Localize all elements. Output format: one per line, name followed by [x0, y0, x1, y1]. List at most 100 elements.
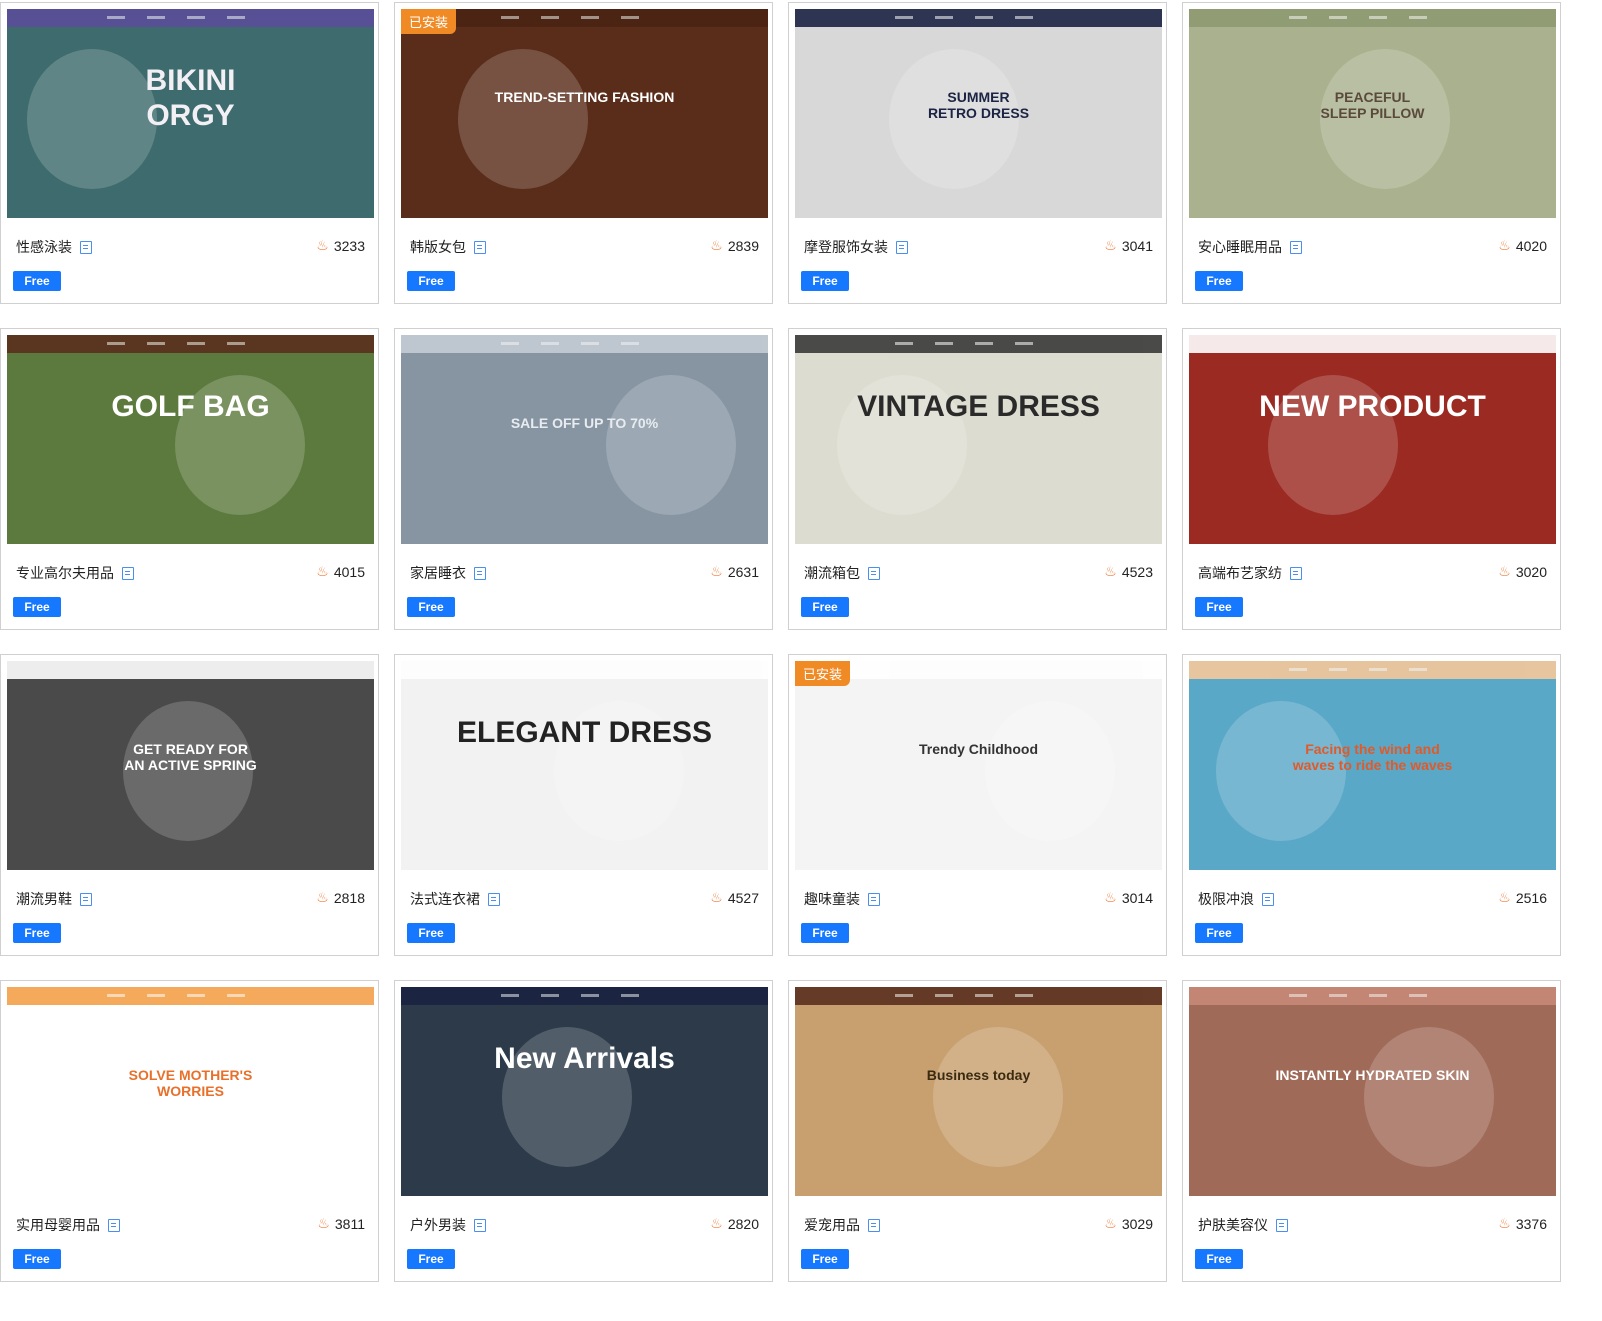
theme-preview-image[interactable]: Business today [795, 987, 1162, 1196]
theme-card[interactable]: SALE OFF UP TO 70% 家居睡衣 ♨ 2631 Free [394, 328, 773, 630]
theme-title-row: 高端布艺家纺 [1198, 563, 1302, 583]
preview-headline: GET READY FOR AN ACTIVE SPRING [124, 741, 257, 774]
theme-preview-image[interactable]: SALE OFF UP TO 70% [401, 335, 768, 544]
document-icon[interactable] [1276, 1218, 1288, 1232]
installed-badge: 已安装 [401, 9, 457, 34]
popularity-count: 3029 [1121, 1215, 1153, 1232]
preview-headline: VINTAGE DRESS [857, 390, 1100, 423]
theme-card[interactable]: New Arrivals 户外男装 ♨ 2820 Free [394, 980, 773, 1282]
document-icon[interactable] [122, 566, 134, 580]
preview-decoration [1364, 1027, 1494, 1167]
preview-decoration [458, 49, 588, 189]
theme-preview-image[interactable]: ELEGANT DRESS [401, 661, 768, 870]
free-button[interactable]: Free [407, 597, 455, 617]
free-button[interactable]: Free [1195, 923, 1243, 943]
theme-preview-image[interactable]: GET READY FOR AN ACTIVE SPRING [7, 661, 374, 870]
free-button[interactable]: Free [1195, 597, 1243, 617]
theme-name: 法式连衣裙 [410, 891, 480, 907]
theme-preview-image[interactable]: Facing the wind and waves to ride the wa… [1189, 661, 1556, 870]
theme-card[interactable]: ELEGANT DRESS 法式连衣裙 ♨ 4527 Free [394, 654, 773, 956]
document-icon[interactable] [80, 240, 92, 254]
preview-headline: Facing the wind and waves to ride the wa… [1292, 741, 1453, 774]
theme-preview-image[interactable]: VINTAGE DRESS [795, 335, 1162, 544]
theme-card[interactable]: Business today 爱宠用品 ♨ 3029 Free [788, 980, 1167, 1282]
theme-preview-image[interactable]: PEACEFUL SLEEP PILLOW [1189, 9, 1556, 218]
popularity-count: 2516 [1515, 889, 1547, 906]
theme-card[interactable]: Facing the wind and waves to ride the wa… [1182, 654, 1561, 956]
preview-headline: GOLF BAG [111, 390, 270, 423]
preview-decoration [985, 701, 1115, 841]
free-button[interactable]: Free [801, 1249, 849, 1269]
theme-card[interactable]: INSTANTLY HYDRATED SKIN 护肤美容仪 ♨ 3376 Fre… [1182, 980, 1561, 1282]
preview-headline: TREND-SETTING FASHION [494, 89, 675, 105]
preview-navbar [401, 335, 768, 353]
theme-preview-image[interactable]: NEW PRODUCT [1189, 335, 1556, 544]
document-icon[interactable] [1262, 892, 1274, 906]
theme-preview-image[interactable]: INSTANTLY HYDRATED SKIN [1189, 987, 1556, 1196]
free-button[interactable]: Free [407, 923, 455, 943]
document-icon[interactable] [474, 240, 486, 254]
popularity: ♨ 3020 [1498, 563, 1547, 580]
theme-preview-image[interactable]: GOLF BAG [7, 335, 374, 544]
theme-name: 潮流箱包 [804, 565, 860, 581]
document-icon[interactable] [488, 892, 500, 906]
preview-headline: PEACEFUL SLEEP PILLOW [1320, 89, 1425, 122]
document-icon[interactable] [80, 892, 92, 906]
free-button[interactable]: Free [13, 1249, 61, 1269]
preview-headline: New Arrivals [494, 1042, 675, 1075]
free-button[interactable]: Free [801, 923, 849, 943]
free-button[interactable]: Free [801, 271, 849, 291]
theme-card[interactable]: GET READY FOR AN ACTIVE SPRING 潮流男鞋 ♨ 28… [0, 654, 379, 956]
free-button[interactable]: Free [13, 597, 61, 617]
preview-navbar [1189, 9, 1556, 27]
theme-preview-image[interactable]: SUMMER RETRO DRESS [795, 9, 1162, 218]
popularity: ♨ 4523 [1104, 563, 1153, 580]
free-button[interactable]: Free [13, 923, 61, 943]
theme-preview-image[interactable]: BIKINI ORGY [7, 9, 374, 218]
free-button[interactable]: Free [13, 271, 61, 291]
document-icon[interactable] [1290, 566, 1302, 580]
preview-navbar [401, 661, 768, 679]
theme-preview-image[interactable]: Trendy Childhood [795, 661, 1162, 870]
free-button[interactable]: Free [407, 271, 455, 291]
free-button[interactable]: Free [801, 597, 849, 617]
theme-preview-image[interactable]: SOLVE MOTHER'S WORRIES [7, 987, 374, 1196]
document-icon[interactable] [474, 566, 486, 580]
popularity-count: 2631 [727, 563, 759, 580]
theme-name: 户外男装 [410, 1217, 466, 1233]
theme-card[interactable]: GOLF BAG 专业高尔夫用品 ♨ 4015 Free [0, 328, 379, 630]
document-icon[interactable] [868, 892, 880, 906]
theme-card[interactable]: SOLVE MOTHER'S WORRIES 实用母婴用品 ♨ 3811 Fre… [0, 980, 379, 1282]
preview-navbar [795, 9, 1162, 27]
theme-card[interactable]: Trendy Childhood 已安装 趣味童装 ♨ 3014 Free [788, 654, 1167, 956]
preview-headline: Business today [926, 1067, 1031, 1083]
theme-card[interactable]: VINTAGE DRESS 潮流箱包 ♨ 4523 Free [788, 328, 1167, 630]
theme-title-row: 摩登服饰女装 [804, 237, 908, 257]
free-button[interactable]: Free [1195, 1249, 1243, 1269]
theme-card[interactable]: BIKINI ORGY 性感泳装 ♨ 3233 Free [0, 2, 379, 304]
document-icon[interactable] [896, 240, 908, 254]
document-icon[interactable] [868, 566, 880, 580]
popularity-count: 3811 [334, 1215, 365, 1232]
theme-card[interactable]: SUMMER RETRO DRESS 摩登服饰女装 ♨ 3041 Free [788, 2, 1167, 304]
fire-icon: ♨ [316, 237, 329, 253]
theme-preview-image[interactable]: TREND-SETTING FASHION [401, 9, 768, 218]
theme-card[interactable]: PEACEFUL SLEEP PILLOW 安心睡眠用品 ♨ 4020 Free [1182, 2, 1561, 304]
theme-title-row: 户外男装 [410, 1215, 486, 1235]
popularity: ♨ 2516 [1498, 889, 1547, 906]
preview-navbar [795, 987, 1162, 1005]
popularity-count: 4527 [727, 889, 759, 906]
document-icon[interactable] [108, 1218, 120, 1232]
free-button[interactable]: Free [1195, 271, 1243, 291]
document-icon[interactable] [1290, 240, 1302, 254]
document-icon[interactable] [868, 1218, 880, 1232]
theme-preview-image[interactable]: New Arrivals [401, 987, 768, 1196]
popularity-count: 4020 [1515, 237, 1547, 254]
theme-card[interactable]: TREND-SETTING FASHION 已安装 韩版女包 ♨ 2839 Fr… [394, 2, 773, 304]
theme-name: 专业高尔夫用品 [16, 565, 114, 581]
free-button[interactable]: Free [407, 1249, 455, 1269]
popularity: ♨ 4527 [710, 889, 759, 906]
theme-card[interactable]: NEW PRODUCT 高端布艺家纺 ♨ 3020 Free [1182, 328, 1561, 630]
document-icon[interactable] [474, 1218, 486, 1232]
theme-name: 性感泳装 [16, 239, 72, 255]
